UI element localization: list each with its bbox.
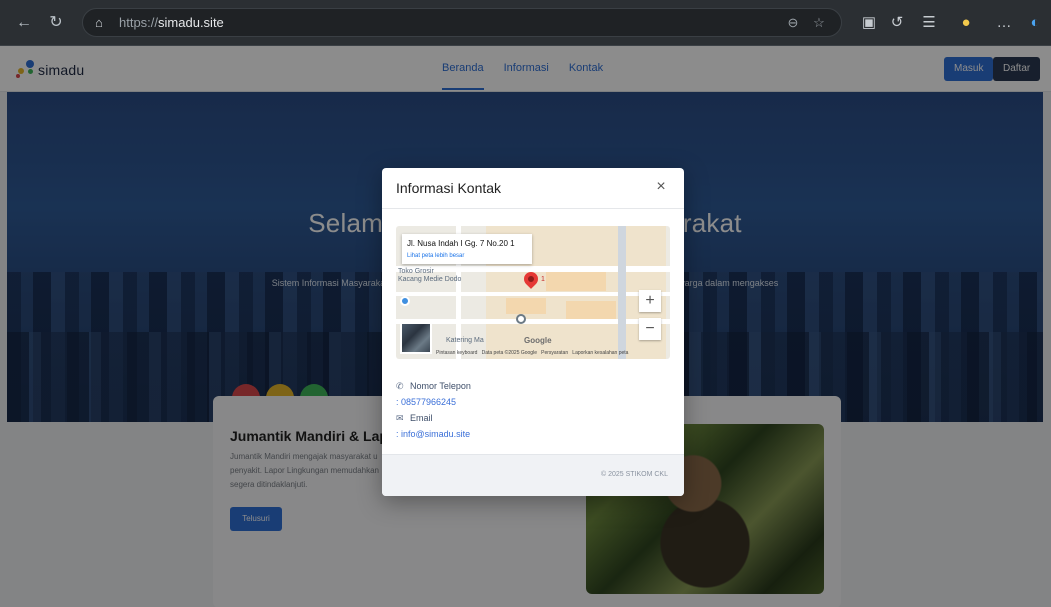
phone-value: : 08577966245 [396, 397, 457, 407]
map-info-box: Jl. Nusa Indah I Gg. 7 No.20 1 Lihat pet… [402, 234, 532, 264]
url-text[interactable]: https://simadu.site [119, 15, 224, 30]
extension-icon[interactable]: ▣ [858, 12, 880, 34]
address-bar[interactable]: ⌂ https://simadu.site ⊖ ☆ [82, 8, 842, 37]
phone-label: ✆ Nomor Telepon [396, 378, 471, 394]
more-icon[interactable]: … [993, 12, 1015, 34]
copilot-icon[interactable]: ↺ [886, 12, 908, 34]
close-icon[interactable]: × [652, 178, 670, 196]
edge-icon[interactable]: ◐ [1024, 12, 1046, 34]
shop-marker-icon[interactable] [400, 296, 410, 306]
place-marker-icon[interactable] [516, 314, 526, 324]
profile-icon[interactable]: ● [955, 12, 977, 34]
contact-info: ✆ Nomor Telepon : 08577966245 ✉ Email : in… [396, 378, 471, 442]
email-icon: ✉ [396, 413, 404, 423]
zoom-in-button[interactable]: + [639, 290, 661, 312]
back-icon[interactable]: ← [14, 13, 34, 33]
modal-divider [382, 208, 684, 209]
email-label: ✉ Email [396, 410, 471, 426]
lock-icon: ⌂ [95, 15, 103, 30]
modal-title: Informasi Kontak [396, 180, 502, 196]
modal-footer: © 2025 STIKOM CKL [382, 454, 684, 496]
satellite-toggle[interactable] [400, 322, 432, 354]
zoom-out-button[interactable]: − [639, 318, 661, 340]
favorites-bar-icon[interactable]: ☰ [918, 12, 940, 34]
browser-chrome: ← ↻ ⌂ https://simadu.site ⊖ ☆ ▣ ↺ ☰ ● … … [0, 0, 1051, 46]
email-value: : info@simadu.site [396, 429, 471, 439]
embedded-map[interactable]: Toko Grosir Kacang Medie Dodo Katering M… [396, 226, 670, 359]
refresh-icon[interactable]: ↻ [46, 13, 66, 33]
zoom-icon[interactable]: ⊖ [785, 15, 801, 31]
contact-modal: Informasi Kontak × Toko Grosir Kacang Me… [382, 168, 684, 496]
phone-icon: ✆ [396, 381, 404, 391]
google-logo: Google [524, 336, 552, 345]
copyright-text: © 2025 STIKOM CKL [600, 471, 668, 478]
favorite-icon[interactable]: ☆ [811, 15, 827, 31]
larger-map-link[interactable]: Lihat peta lebih besar [407, 253, 464, 259]
map-footer: Pintasan keyboard Data peta ©2025 Google… [436, 350, 629, 356]
